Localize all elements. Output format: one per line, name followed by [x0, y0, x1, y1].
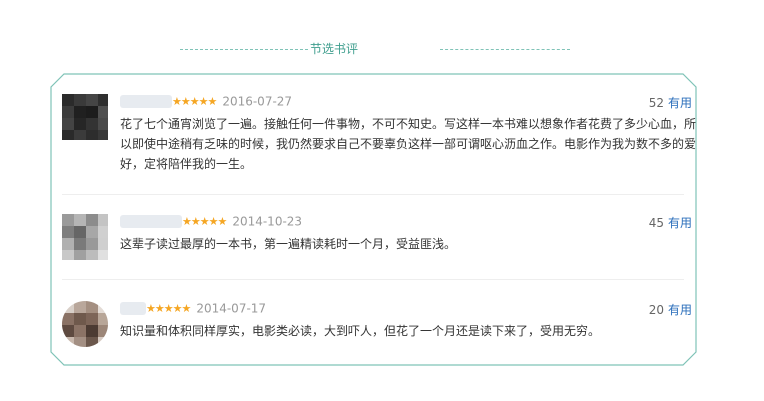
avatar: [62, 214, 108, 260]
useful-vote[interactable]: 52 有用: [649, 94, 692, 111]
review-content: 这辈子读过最厚的一本书，第一遍精读耗时一个月，受益匪浅。: [120, 237, 457, 251]
avatar: [62, 94, 108, 140]
useful-vote[interactable]: 20 有用: [649, 301, 692, 318]
section-title: 节选书评: [310, 42, 359, 56]
review-date: 2014-07-17: [196, 301, 267, 316]
review-date: 2016-07-27: [222, 94, 293, 109]
review-item: ★★★★★ 2016-07-27 52 有用 花了七个通宵浏览了一遍。接触任何一件事…: [62, 94, 696, 204]
rating-stars: ★★★★★: [172, 95, 217, 108]
rating-stars: ★★★★★: [146, 302, 191, 315]
review-meta: ★★★★★ 2014-10-23: [120, 214, 302, 230]
useful-count: 20: [648, 303, 664, 317]
left-dashed-divider: [180, 49, 308, 50]
review-content: 花了七个通宵浏览了一遍。接触任何一件事物，不可不知史。写这样一本书难以想象作者花…: [120, 117, 697, 171]
useful-count: 52: [648, 96, 664, 110]
right-dashed-divider: [440, 49, 570, 50]
useful-count: 45: [648, 216, 664, 230]
reviewer-name-blurred[interactable]: [120, 302, 146, 315]
useful-link[interactable]: 有用: [668, 96, 692, 110]
reviewer-name-blurred[interactable]: [120, 215, 182, 228]
useful-vote[interactable]: 45 有用: [649, 214, 692, 231]
review-meta: ★★★★★ 2014-07-17: [120, 301, 266, 317]
useful-link[interactable]: 有用: [668, 303, 692, 317]
review-item: ★★★★★ 2014-10-23 45 有用 这辈子读过最厚的一本书，第一遍精读耗时…: [62, 214, 692, 274]
review-divider: [62, 279, 684, 280]
reviewer-name-blurred[interactable]: [120, 95, 172, 108]
review-date: 2014-10-23: [232, 214, 303, 229]
avatar: [62, 301, 108, 347]
review-item: ★★★★★ 2014-07-17 20 有用 知识量和体积同样厚实，电影类必读，大到…: [62, 301, 692, 361]
review-content: 知识量和体积同样厚实，电影类必读，大到吓人，但花了一个月还是读下来了，受用无穷。: [120, 324, 601, 338]
review-meta: ★★★★★ 2016-07-27: [120, 94, 292, 110]
section-header: 节选书评: [0, 40, 764, 60]
reviews-panel: ★★★★★ 2016-07-27 52 有用 花了七个通宵浏览了一遍。接触任何一件事…: [50, 73, 697, 366]
useful-link[interactable]: 有用: [668, 216, 692, 230]
rating-stars: ★★★★★: [182, 215, 227, 228]
review-divider: [62, 194, 684, 195]
